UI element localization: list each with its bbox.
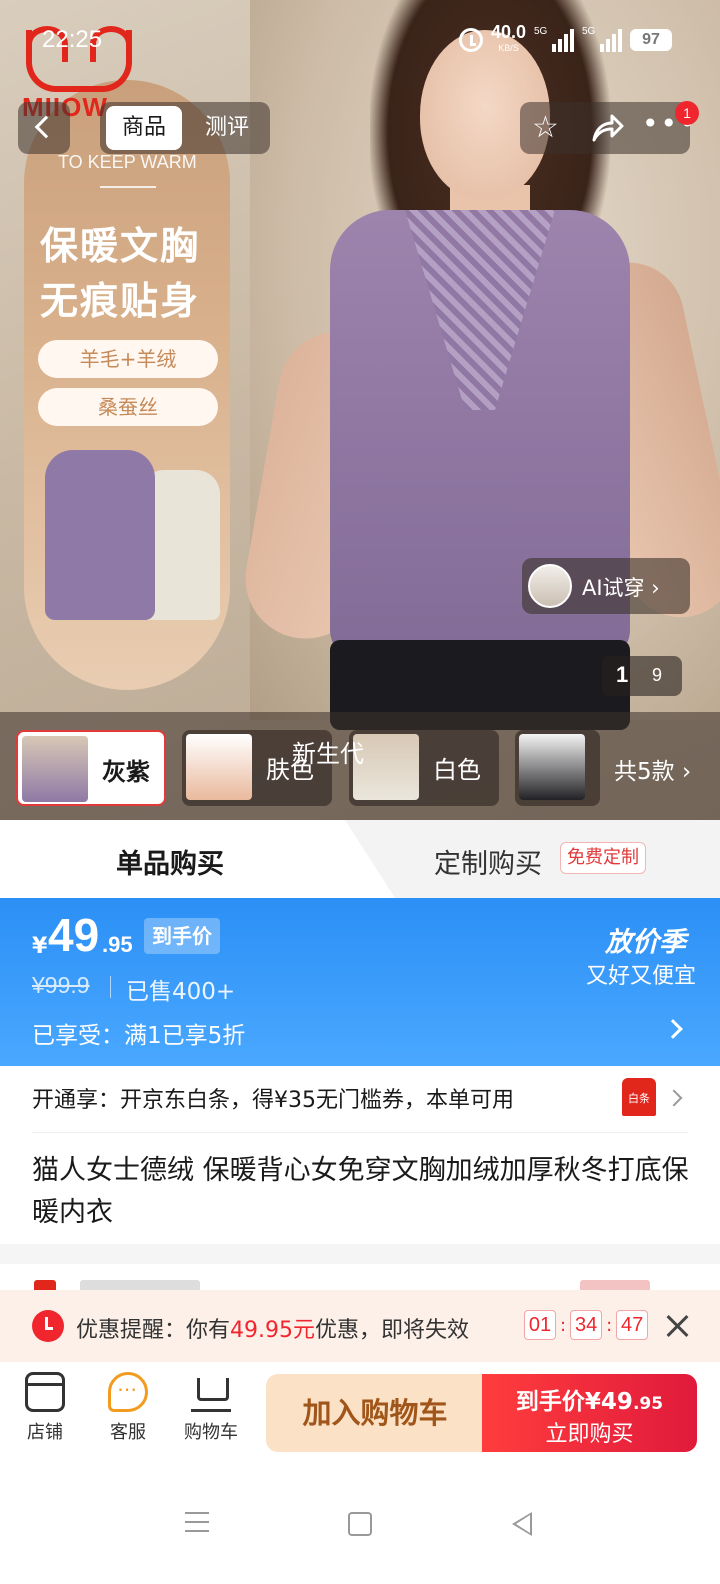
campaign-title: 放价季	[605, 927, 686, 958]
countdown-timer: 01 : 34 : 47	[524, 1310, 649, 1340]
signal-tag: 5G	[582, 26, 596, 37]
product-thumbnail-purple	[45, 450, 155, 620]
net-speed-value: 40.0	[490, 22, 526, 42]
variant-option[interactable]: 白色	[349, 730, 499, 806]
chevron-right-icon	[665, 1089, 683, 1107]
more-variants-link[interactable]: 共5款 ›	[614, 752, 691, 786]
buy-now-label: 立即购买	[545, 1422, 634, 1447]
signal-icon: 5G	[534, 26, 574, 52]
variant-label: 白色	[433, 756, 481, 784]
reminder-text: 优惠提醒：你有49.95元优惠，即将失效	[76, 1312, 469, 1344]
currency-symbol: ¥	[32, 934, 48, 959]
signal-icon: 5G	[582, 26, 622, 52]
price-panel: ¥ 49 .95 到手价 ¥99.9 已售400+ 放价季 又好又便宜 已享受：…	[0, 898, 720, 1066]
final-price-tag: 到手价	[144, 918, 220, 954]
chat-icon	[108, 1372, 148, 1412]
status-indicators: 40.0 KB/S 5G 5G 97	[458, 22, 672, 56]
reminder-amount: 49.95元	[230, 1318, 315, 1343]
reminder-suffix: 优惠，即将失效	[315, 1318, 470, 1343]
clock-icon	[32, 1310, 64, 1342]
customer-service-label: 客服	[110, 1422, 146, 1443]
chevron-right-icon	[663, 1019, 683, 1039]
price-decimal: .95	[102, 932, 133, 957]
price-integer: 49	[48, 909, 100, 961]
buy-now-price-decimal: .95	[632, 1394, 664, 1414]
top-actions: ☆ •••	[520, 102, 696, 154]
material-pill: 羊毛+羊绒	[38, 340, 218, 378]
status-time: 22:25	[42, 26, 103, 53]
credit-offer-text: 开通享：开京东白条，得¥35无门槛券，本单可用	[32, 1088, 514, 1113]
ai-avatar	[528, 564, 572, 608]
tab-custom-purchase[interactable]: 定制购买	[434, 842, 542, 881]
slogan-english: TO KEEP WARM	[58, 152, 197, 172]
slogan-line-2: 无痕贴身	[40, 279, 201, 323]
favorite-star-icon[interactable]: ☆	[532, 112, 564, 144]
sold-count: 已售400+	[126, 979, 236, 1005]
share-icon[interactable]	[590, 112, 624, 144]
tab-review[interactable]: 测评	[192, 106, 262, 150]
purchase-mode-tabs: 单品购买 定制购买 免费定制	[0, 820, 720, 898]
divider	[110, 976, 111, 998]
tab-single-purchase-label: 单品购买	[116, 849, 224, 880]
chevron-left-icon	[34, 115, 58, 139]
section-gap	[0, 1244, 720, 1264]
variant-thumbnail	[519, 734, 585, 800]
net-speed-unit: KB/S	[498, 43, 519, 53]
ai-try-on-button[interactable]: AI试穿 ›	[522, 558, 690, 614]
image-page-counter: 1 9	[602, 656, 682, 696]
divider	[100, 186, 156, 188]
system-navigation-bar	[0, 1462, 720, 1584]
slogan-line-1: 保暖文胸	[40, 224, 201, 268]
timer-minutes: 34	[570, 1310, 603, 1340]
cart-button[interactable]: 购物车	[176, 1372, 246, 1444]
network-speed: 40.0 KB/S	[490, 22, 526, 56]
back-button[interactable]	[18, 102, 70, 154]
free-custom-badge: 免费定制	[560, 842, 646, 874]
home-icon[interactable]	[348, 1512, 372, 1536]
ai-try-on-label: AI试穿 ›	[582, 576, 660, 600]
shop-icon	[25, 1372, 65, 1412]
close-icon[interactable]	[664, 1312, 692, 1340]
notification-badge: 1	[675, 101, 699, 125]
shop-label: 店铺	[27, 1422, 63, 1443]
timer-seconds: 47	[616, 1310, 649, 1340]
tab-single-purchase[interactable]: 单品购买	[0, 820, 395, 898]
credit-offer-row[interactable]: 开通享：开京东白条，得¥35无门槛券，本单可用 白条	[0, 1066, 720, 1132]
variant-label: 灰紫	[102, 758, 150, 786]
discount-reminder-bar[interactable]: 优惠提醒：你有49.95元优惠，即将失效 01 : 34 : 47	[0, 1290, 720, 1362]
bottom-action-bar: 店铺 客服 购物车 加入购物车 到手价¥49.95 立即购买	[0, 1362, 720, 1462]
add-to-cart-button[interactable]: 加入购物车	[266, 1374, 484, 1452]
cart-label: 购物车	[184, 1422, 238, 1443]
discount-text: 已享受：满1已享5折	[32, 1023, 246, 1049]
system-back-icon[interactable]	[512, 1512, 532, 1536]
variant-option[interactable]: 灰紫	[16, 730, 166, 806]
campaign-subtitle: 又好又便宜	[585, 964, 696, 989]
page-total: 9	[652, 665, 663, 685]
buy-now-button[interactable]: 到手价¥49.95 立即购买	[482, 1374, 697, 1452]
variant-thumbnail	[22, 736, 88, 802]
variant-thumbnail	[186, 734, 252, 800]
top-tabs: 商品 测评	[100, 102, 270, 154]
variant-option[interactable]	[515, 730, 600, 806]
alarm-icon	[458, 28, 483, 52]
baitiao-icon: 白条	[622, 1078, 656, 1116]
cart-icon	[191, 1372, 231, 1412]
customer-service-button[interactable]: 客服	[93, 1372, 163, 1444]
signal-tag: 5G	[534, 26, 548, 37]
battery-icon: 97	[630, 29, 672, 51]
recent-apps-icon[interactable]	[185, 1512, 209, 1532]
tab-goods[interactable]: 商品	[106, 106, 182, 150]
product-title: 猫人女士德绒 保暖背心女免穿文胸加绒加厚秋冬打底保暖内衣	[32, 1155, 689, 1228]
original-price: ¥99.9	[32, 972, 90, 998]
buy-now-price: 到手价¥49.95	[482, 1382, 697, 1416]
reminder-prefix: 优惠提醒：你有	[76, 1318, 231, 1343]
page-current: 1	[616, 662, 629, 687]
material-pill: 桑蚕丝	[38, 388, 218, 426]
floating-tag: 新生代	[292, 740, 364, 768]
buy-now-price-main: 到手价¥49	[515, 1389, 633, 1415]
shop-button[interactable]: 店铺	[10, 1372, 80, 1444]
timer-hours: 01	[524, 1310, 556, 1340]
divider	[32, 1132, 688, 1133]
